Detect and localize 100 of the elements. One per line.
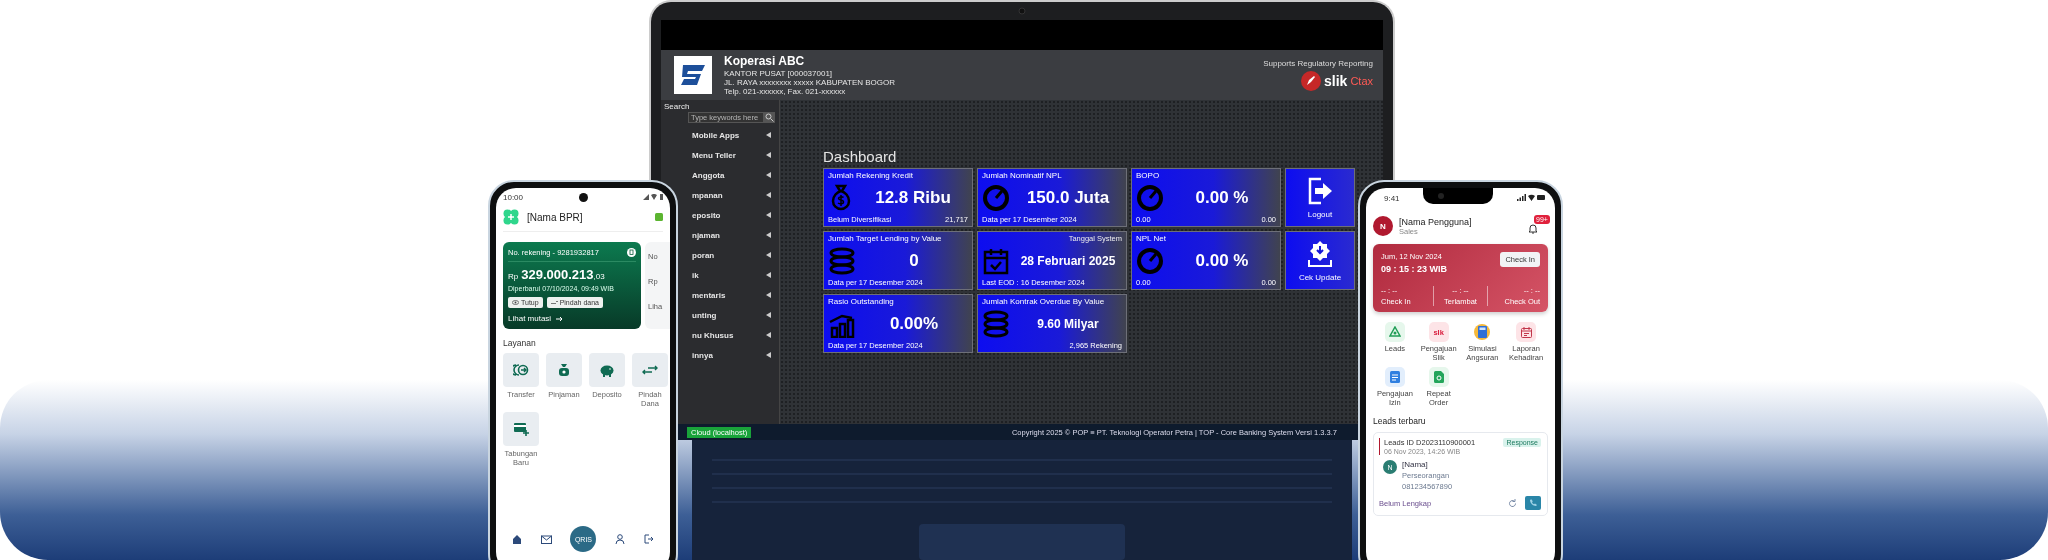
coins-icon xyxy=(982,310,1010,338)
brand-name: slik xyxy=(1324,73,1348,89)
coins-icon xyxy=(828,247,856,275)
menu-button[interactable] xyxy=(1428,367,1449,387)
service-button[interactable] xyxy=(589,353,625,387)
menu-button[interactable] xyxy=(1472,322,1493,342)
copy-icon xyxy=(627,248,636,257)
caret-icon xyxy=(766,212,771,218)
menu-button[interactable] xyxy=(1384,322,1405,342)
home-icon[interactable] xyxy=(512,534,523,544)
menu-item[interactable]: innya xyxy=(688,345,779,365)
card-title: Jumlah Target Lending by Value xyxy=(828,234,942,244)
clover-logo-icon xyxy=(503,209,519,225)
caret-icon xyxy=(766,152,771,158)
update-button[interactable]: Cek Update xyxy=(1285,231,1355,290)
menu-item[interactable]: Anggota xyxy=(688,165,779,185)
support-label: Supports Regulatory Reporting xyxy=(1263,59,1373,68)
menu-item[interactable]: Menu Teller xyxy=(688,145,779,165)
camera-icon xyxy=(578,192,588,202)
status-icons-drawing xyxy=(1517,194,1545,201)
lead-name: [Nama] xyxy=(1402,460,1429,469)
caret-icon xyxy=(766,192,771,198)
section-title: Leads terbaru xyxy=(1373,416,1427,426)
card-value: 0.00 % xyxy=(1194,188,1250,208)
address-line: KANTOR PUSAT [000037001] xyxy=(724,69,834,78)
download-icon xyxy=(1307,239,1333,268)
search-label: Search xyxy=(664,102,691,111)
triangle-people-icon xyxy=(1388,326,1401,338)
refresh-document-icon xyxy=(1433,371,1444,383)
app-title: Koperasi ABC xyxy=(724,54,806,68)
balance-amount: 329.000.213 xyxy=(521,267,594,282)
attendance-clock: 09 : 15 : 23 WIB xyxy=(1381,264,1448,274)
menu-item[interactable]: njaman xyxy=(688,225,779,245)
menu-item[interactable]: nu Khusus xyxy=(688,325,779,345)
brand-name: Ctax xyxy=(1350,75,1373,87)
menu-item[interactable]: ik xyxy=(688,265,779,285)
card-title: Jumlah Rekening Kredit xyxy=(828,171,913,181)
section-title: Layanan xyxy=(503,338,537,348)
caret-icon xyxy=(766,292,771,298)
menu-button[interactable] xyxy=(1516,322,1537,342)
address-line: JL. RAYA xxxxxxxx xxxxx KABUPATEN BOGOR xyxy=(724,78,896,87)
card-value: 28 Februari 2025 xyxy=(1019,254,1117,268)
card-value: 0.00 % xyxy=(1194,251,1250,271)
caret-icon xyxy=(766,172,771,178)
logout-button[interactable]: Logout xyxy=(1285,168,1355,227)
calendar-icon xyxy=(982,247,1010,275)
caret-icon xyxy=(766,252,771,258)
gauge-icon xyxy=(1136,247,1164,275)
service-button[interactable] xyxy=(632,353,668,387)
card-title: Jumlah Kontrak Overdue By Value xyxy=(982,297,1105,307)
caret-icon xyxy=(766,272,771,278)
piggy-bank-icon xyxy=(599,363,615,377)
bell-icon[interactable] xyxy=(1528,223,1538,234)
transfer-icon xyxy=(513,363,529,377)
exit-icon xyxy=(1307,176,1333,205)
swap-arrows-icon xyxy=(642,364,658,376)
eye-icon xyxy=(512,300,519,305)
calendar-icon xyxy=(1520,326,1532,338)
menu-item[interactable]: mpanan xyxy=(688,185,779,205)
status-time: 10:00 xyxy=(503,192,524,202)
transactions-link[interactable]: Lihat mutasi xyxy=(508,314,636,323)
refresh-icon[interactable] xyxy=(1508,498,1517,508)
card-title: Rasio Outstanding xyxy=(828,297,894,307)
dashboard-title: Dashboard xyxy=(823,148,897,165)
card-title: Jumlah Nominatif NPL xyxy=(982,171,1062,181)
notch-drawing xyxy=(1423,188,1494,204)
menu-item[interactable]: unting xyxy=(688,305,779,325)
gauge-icon xyxy=(1136,184,1164,212)
menu-item[interactable]: Mobile Apps xyxy=(688,125,779,145)
service-button[interactable] xyxy=(503,353,539,387)
calculator-icon xyxy=(1474,324,1491,340)
logo-icon xyxy=(674,56,712,94)
card-title: BOPO xyxy=(1136,171,1160,181)
logout-icon[interactable] xyxy=(643,534,654,544)
card-value: 9.60 Milyar xyxy=(1036,317,1100,331)
phone-call-icon[interactable] xyxy=(1525,496,1541,510)
menu-button[interactable] xyxy=(1384,367,1405,387)
mail-icon[interactable] xyxy=(540,534,552,544)
card-value: 150.0 Juta xyxy=(1025,188,1111,208)
address-line: Telp. 021-xxxxxx, Fax. 021-xxxxxx xyxy=(724,87,847,96)
caret-icon xyxy=(766,232,771,238)
user-name: [Nama Pengguna] xyxy=(1399,216,1473,227)
service-button[interactable] xyxy=(546,353,582,387)
caret-icon xyxy=(766,332,771,338)
card-title: NPL Net xyxy=(1136,234,1166,244)
menu-item[interactable]: eposito xyxy=(688,205,779,225)
caret-icon xyxy=(766,312,771,318)
app-title: [Nama BPR] xyxy=(527,211,584,223)
user-avatar: N xyxy=(1373,216,1393,236)
status-square-icon xyxy=(655,213,663,221)
balance-cents: ,03 xyxy=(593,272,605,281)
search-icon[interactable] xyxy=(764,112,775,123)
card-value: 0 xyxy=(908,251,920,271)
menu-item[interactable]: mentaris xyxy=(688,285,779,305)
menu-item[interactable]: poran xyxy=(688,245,779,265)
money-bag-icon xyxy=(557,363,571,377)
person-icon[interactable] xyxy=(615,534,626,544)
card-value: 0.00% xyxy=(888,314,940,334)
currency-label: Rp xyxy=(508,272,519,281)
service-button[interactable] xyxy=(503,412,539,446)
